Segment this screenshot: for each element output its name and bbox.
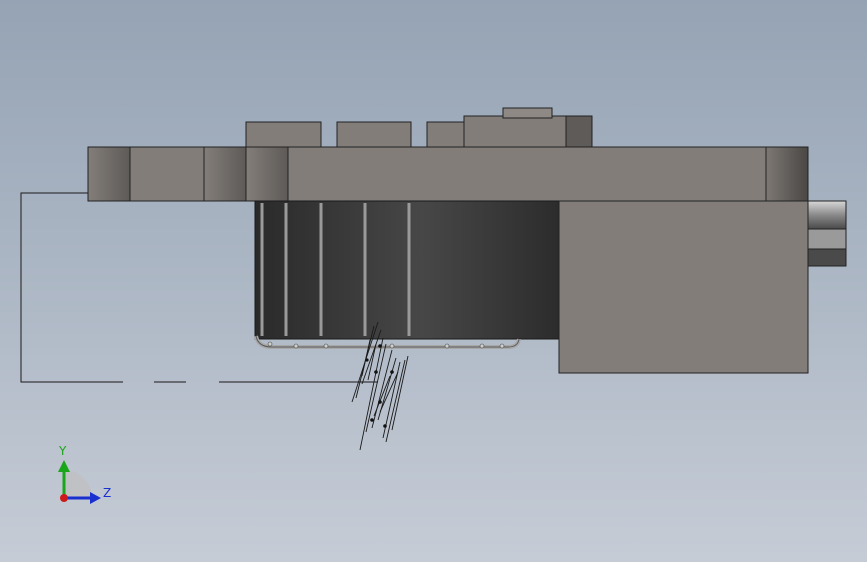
motor-cylinder — [254, 200, 560, 349]
orientation-triad[interactable]: Y Z — [58, 444, 111, 504]
wire-bundle — [351, 321, 409, 451]
top-blocks — [245, 107, 593, 148]
z-axis-label: Z — [103, 486, 111, 500]
right-housing — [558, 200, 809, 374]
main-plate — [87, 146, 809, 202]
triad-quadrant — [64, 470, 92, 498]
shaft-stub — [807, 200, 847, 267]
cad-viewport[interactable]: Y Z — [0, 0, 867, 562]
x-axis-dot — [60, 494, 68, 502]
model-view: Y Z — [20, 107, 847, 504]
y-axis-label: Y — [58, 444, 67, 458]
